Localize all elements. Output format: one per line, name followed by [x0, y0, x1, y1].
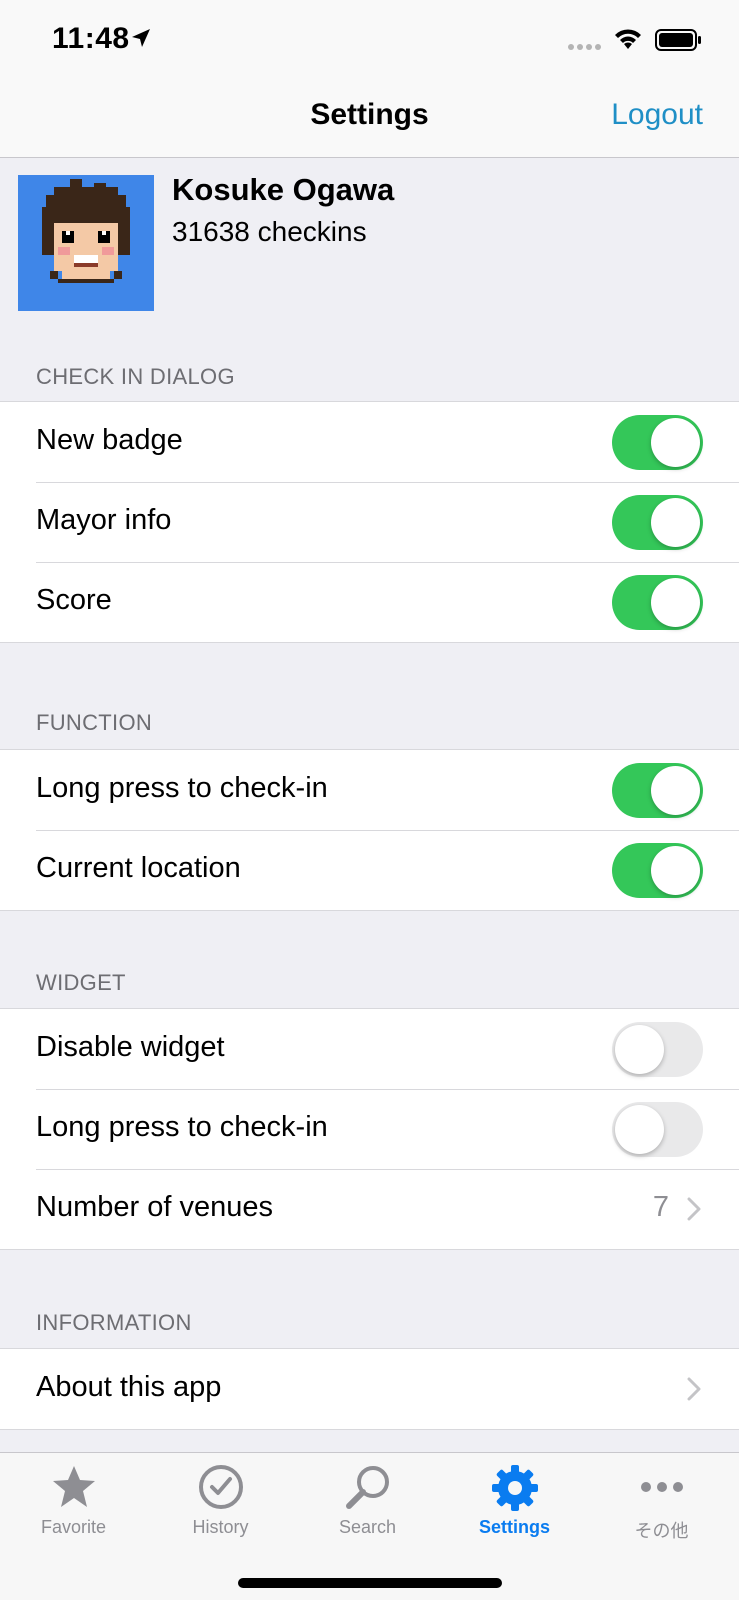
- widget-group: Disable widget Long press to check-in Nu…: [0, 1008, 739, 1250]
- section-header-information: INFORMATION: [36, 1310, 192, 1335]
- section-header-function: FUNCTION: [36, 710, 153, 735]
- cellular-signal-icon: [568, 44, 601, 50]
- setting-row-long-press-check-in: Long press to check-in: [0, 750, 739, 830]
- wifi-icon: [615, 29, 641, 49]
- toggle-knob: [651, 846, 700, 895]
- section-header-widget: WIDGET: [36, 970, 126, 995]
- setting-row-mayor-info: Mayor info: [0, 482, 739, 562]
- check-in-dialog-group: New badge Mayor info Score: [0, 401, 739, 643]
- setting-row-disable-widget: Disable widget: [0, 1009, 739, 1089]
- navigation-bar: Settings Logout: [0, 80, 739, 158]
- setting-label: About this app: [36, 1371, 222, 1403]
- setting-label: Number of venues: [36, 1191, 273, 1223]
- gear-icon: [491, 1465, 538, 1511]
- setting-row-current-location: Current location: [0, 830, 739, 910]
- tab-favorite[interactable]: Favorite: [0, 1453, 147, 1553]
- number-of-venues-value: 7: [652, 1191, 669, 1223]
- setting-row-widget-long-press: Long press to check-in: [0, 1089, 739, 1169]
- logout-button[interactable]: Logout: [611, 98, 703, 132]
- function-group: Long press to check-in Current location: [0, 749, 739, 911]
- current-location-toggle[interactable]: [612, 843, 703, 898]
- section-header-check-in-dialog: CHECK IN DIALOG: [36, 364, 235, 389]
- star-icon: [52, 1466, 95, 1507]
- more-dots-icon: [640, 1482, 683, 1492]
- chevron-right-icon: [687, 1197, 701, 1221]
- clock-icon: [198, 1465, 243, 1509]
- setting-label: Disable widget: [36, 1031, 225, 1063]
- profile-header: Kosuke Ogawa 31638 checkins: [0, 158, 739, 328]
- information-group: About this app: [0, 1348, 739, 1430]
- chevron-right-icon: [687, 1377, 701, 1401]
- long-press-check-in-toggle[interactable]: [612, 763, 703, 818]
- home-indicator: [238, 1578, 502, 1588]
- setting-row-number-of-venues[interactable]: Number of venues 7: [0, 1169, 739, 1249]
- setting-label: New badge: [36, 424, 183, 456]
- toggle-knob: [651, 498, 700, 547]
- mayor-info-toggle[interactable]: [612, 495, 703, 550]
- setting-label: Current location: [36, 852, 241, 884]
- setting-row-new-badge: New badge: [0, 402, 739, 482]
- setting-label: Long press to check-in: [36, 772, 328, 804]
- toggle-knob: [615, 1025, 664, 1074]
- tab-settings[interactable]: Settings: [441, 1453, 588, 1553]
- disable-widget-toggle[interactable]: [612, 1022, 703, 1077]
- tab-more[interactable]: その他: [588, 1453, 735, 1553]
- setting-label: Long press to check-in: [36, 1111, 328, 1143]
- pixel-avatar-image: [42, 179, 130, 283]
- magnifier-icon: [345, 1466, 389, 1509]
- tab-label: Search: [338, 1517, 397, 1537]
- score-toggle[interactable]: [612, 575, 703, 630]
- avatar: [18, 175, 154, 311]
- setting-label: Score: [36, 584, 112, 616]
- new-badge-toggle[interactable]: [612, 415, 703, 470]
- setting-row-score: Score: [0, 562, 739, 642]
- setting-row-about-this-app[interactable]: About this app: [0, 1349, 739, 1429]
- tab-label: History: [192, 1517, 249, 1537]
- checkin-count: 31638 checkins: [172, 216, 367, 247]
- status-bar: 11:48: [0, 0, 739, 80]
- setting-label: Mayor info: [36, 504, 172, 536]
- battery-icon: [655, 29, 701, 51]
- toggle-knob: [651, 766, 700, 815]
- tab-history[interactable]: History: [147, 1453, 294, 1553]
- tab-label: Favorite: [40, 1517, 107, 1537]
- profile-name: Kosuke Ogawa: [172, 172, 395, 207]
- toggle-knob: [651, 418, 700, 467]
- location-arrow-icon: [132, 29, 150, 47]
- tab-label: その他: [634, 1521, 689, 1541]
- status-time: 11:48: [52, 22, 130, 55]
- widget-long-press-toggle[interactable]: [612, 1102, 703, 1157]
- tab-label: Settings: [478, 1517, 550, 1537]
- toggle-knob: [615, 1105, 664, 1154]
- tab-search[interactable]: Search: [294, 1453, 441, 1553]
- toggle-knob: [651, 578, 700, 627]
